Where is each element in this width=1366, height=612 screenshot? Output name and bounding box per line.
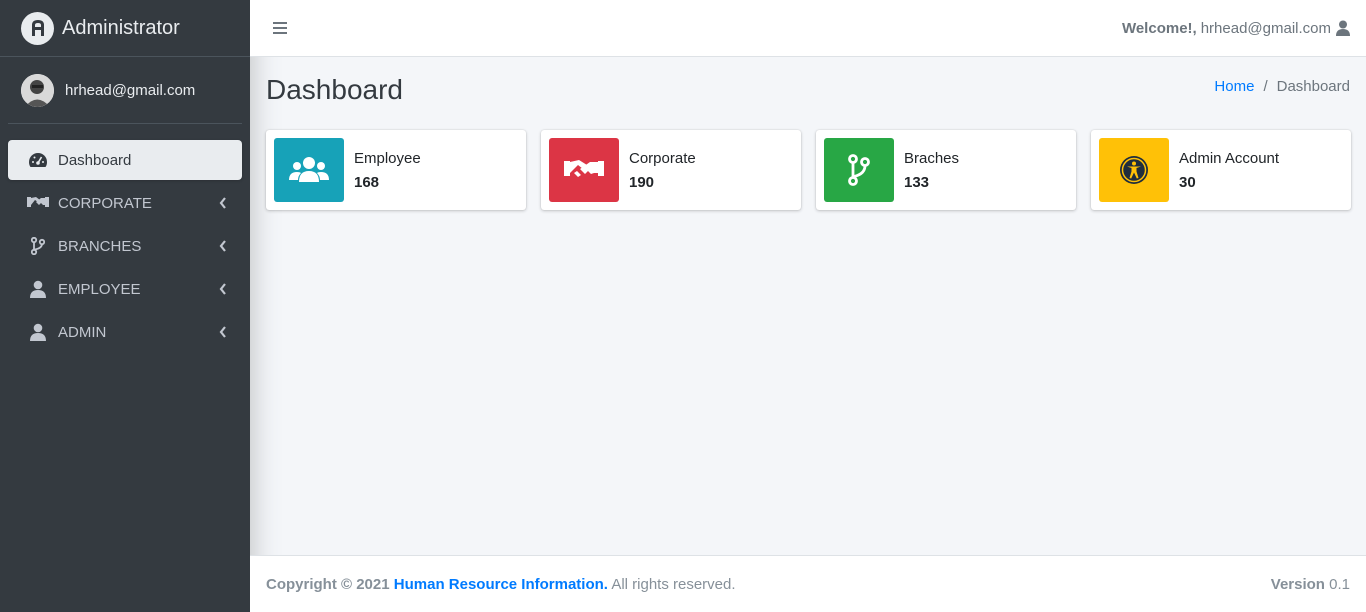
sidebar-item-label: ADMIN: [58, 323, 107, 341]
info-box-label: Admin Account: [1179, 150, 1280, 167]
handshake-icon: [549, 138, 619, 202]
sidebar-item-label: CORPORATE: [58, 194, 152, 212]
code-branch-icon: [27, 236, 49, 256]
code-branch-icon: [824, 138, 894, 202]
sidebar-item-label: BRANCHES: [58, 237, 142, 255]
user-panel[interactable]: hrhead@gmail.com: [8, 57, 242, 124]
sidebar-nav: Dashboard CORPORATE BRANCHES EMPLOYEE AD…: [0, 124, 250, 352]
chevron-left-icon: [219, 282, 227, 299]
sidebar: Administrator hrhead@gmail.com Dashboard…: [0, 0, 250, 612]
sidebar-item-label: Dashboard: [58, 151, 132, 169]
topbar-user-email: hrhead@gmail.com: [1200, 19, 1331, 37]
page-title: Dashboard: [266, 74, 403, 105]
version-number: 0.1: [1329, 575, 1350, 593]
chevron-left-icon: [219, 239, 227, 256]
sidebar-item-label: EMPLOYEE: [58, 280, 141, 298]
welcome-text: Welcome!,: [1121, 19, 1197, 37]
sidebar-item-dashboard[interactable]: Dashboard: [8, 140, 242, 180]
user-icon: [1336, 20, 1350, 36]
footer-version: Version 0.1: [1271, 576, 1350, 593]
sidebar-item-admin[interactable]: ADMIN: [8, 312, 242, 352]
menu-toggle-icon[interactable]: [273, 22, 287, 34]
sidebar-item-branches[interactable]: BRANCHES: [8, 226, 242, 266]
info-box-value: 168: [354, 174, 380, 191]
footer-copyright: Copyright © 2021 Human Resource Informat…: [266, 576, 736, 593]
universal-access-icon: [1099, 138, 1169, 202]
user-icon: [27, 279, 49, 299]
breadcrumb-home-link[interactable]: Home: [1214, 78, 1254, 95]
info-box-employee[interactable]: Employee 168: [266, 130, 526, 210]
info-box-admin-account[interactable]: Admin Account 30: [1091, 130, 1351, 210]
info-box-value: 133: [904, 174, 930, 191]
users-icon: [274, 138, 344, 202]
info-box-value: 190: [629, 174, 655, 191]
brand-logo-icon: [21, 11, 54, 45]
breadcrumb-separator: /: [1263, 78, 1268, 95]
handshake-icon: [27, 193, 49, 213]
brand-link[interactable]: Administrator: [0, 0, 250, 57]
avatar: [21, 73, 54, 107]
user-icon: [27, 322, 49, 342]
info-box-label: Corporate: [629, 150, 696, 167]
breadcrumb-current: Dashboard: [1276, 78, 1350, 95]
top-navbar: Welcome!, hrhead@gmail.com: [250, 0, 1366, 57]
brand-name: Administrator: [62, 16, 180, 39]
chevron-left-icon: [219, 196, 227, 213]
chevron-left-icon: [219, 325, 227, 342]
rights-text: All rights reserved.: [611, 575, 736, 593]
breadcrumb: Home / Dashboard: [1214, 78, 1350, 95]
user-menu[interactable]: Welcome!, hrhead@gmail.com: [1122, 20, 1350, 37]
footer-org-link[interactable]: Human Resource Information.: [394, 576, 608, 593]
info-box-label: Braches: [904, 150, 960, 167]
footer: Copyright © 2021 Human Resource Informat…: [250, 555, 1366, 612]
sidebar-item-corporate[interactable]: CORPORATE: [8, 183, 242, 223]
info-box-value: 30: [1179, 174, 1196, 191]
info-box-corporate[interactable]: Corporate 190: [541, 130, 801, 210]
copyright-text: Copyright © 2021: [266, 575, 390, 593]
user-email: hrhead@gmail.com: [65, 81, 196, 99]
tachometer-icon: [27, 150, 49, 170]
info-box-label: Employee: [354, 150, 421, 167]
sidebar-item-employee[interactable]: EMPLOYEE: [8, 269, 242, 309]
info-box-branches[interactable]: Braches 133: [816, 130, 1076, 210]
version-label: Version: [1270, 575, 1325, 593]
